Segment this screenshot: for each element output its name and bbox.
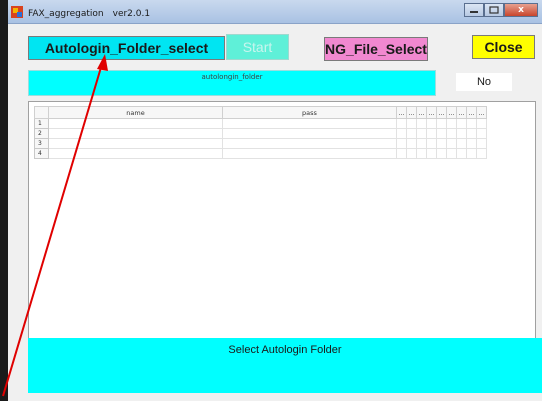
- table-cell[interactable]: [446, 118, 457, 129]
- table-cell[interactable]: [48, 148, 223, 159]
- table-corner-cell: [34, 106, 49, 119]
- data-table-panel: name pass ... ... ... ... ... ... ... ..…: [28, 101, 536, 360]
- client-area: Autologin_Folder_select Start NG_File_Se…: [8, 24, 542, 401]
- table-cell[interactable]: [396, 118, 407, 129]
- row-number-cell[interactable]: 1: [34, 118, 49, 129]
- ng-file-select-button[interactable]: NG_File_Select: [324, 37, 428, 61]
- table-cell[interactable]: [476, 118, 487, 129]
- data-table: name pass ... ... ... ... ... ... ... ..…: [34, 106, 487, 159]
- table-row[interactable]: 2: [34, 128, 487, 139]
- table-cell[interactable]: [406, 148, 417, 159]
- table-cell[interactable]: [416, 118, 427, 129]
- column-header[interactable]: ...: [396, 106, 407, 119]
- table-cell[interactable]: [476, 128, 487, 139]
- autologin-folder-display: autolongin_folder: [28, 70, 436, 96]
- screen: FAX_aggregation ver2.0.1 x Autologin_Fol…: [0, 0, 542, 401]
- table-cell[interactable]: [416, 128, 427, 139]
- column-header[interactable]: ...: [406, 106, 417, 119]
- table-header-row: name pass ... ... ... ... ... ... ... ..…: [34, 106, 487, 119]
- table-cell[interactable]: [436, 128, 447, 139]
- table-cell[interactable]: [416, 138, 427, 149]
- table-cell[interactable]: [426, 138, 437, 149]
- table-cell[interactable]: [466, 148, 477, 159]
- table-cell[interactable]: [396, 148, 407, 159]
- table-cell[interactable]: [222, 118, 397, 129]
- row-number-cell[interactable]: 3: [34, 138, 49, 149]
- table-row[interactable]: 1: [34, 118, 487, 129]
- table-cell[interactable]: [436, 148, 447, 159]
- table-cell[interactable]: [416, 148, 427, 159]
- table-cell[interactable]: [476, 138, 487, 149]
- table-cell[interactable]: [446, 128, 457, 139]
- table-cell[interactable]: [396, 138, 407, 149]
- row-number-cell[interactable]: 4: [34, 148, 49, 159]
- column-header[interactable]: ...: [436, 106, 447, 119]
- app-window: FAX_aggregation ver2.0.1 x Autologin_Fol…: [0, 0, 542, 401]
- table-cell[interactable]: [446, 148, 457, 159]
- table-cell[interactable]: [406, 118, 417, 129]
- start-button[interactable]: Start: [226, 34, 289, 60]
- table-cell[interactable]: [466, 118, 477, 129]
- row-number-cell[interactable]: 2: [34, 128, 49, 139]
- maximize-icon[interactable]: [484, 3, 504, 17]
- table-cell[interactable]: [48, 128, 223, 139]
- table-cell[interactable]: [456, 148, 467, 159]
- table-cell[interactable]: [222, 148, 397, 159]
- column-header[interactable]: ...: [466, 106, 477, 119]
- table-cell[interactable]: [466, 138, 477, 149]
- table-cell[interactable]: [426, 148, 437, 159]
- table-cell[interactable]: [48, 138, 223, 149]
- status-flag-field: No: [456, 73, 512, 91]
- table-cell[interactable]: [476, 148, 487, 159]
- close-button[interactable]: Close: [472, 35, 535, 59]
- column-header[interactable]: ...: [456, 106, 467, 119]
- close-icon[interactable]: x: [504, 3, 538, 17]
- table-cell[interactable]: [436, 138, 447, 149]
- folder-path-text: autolongin_folder: [201, 73, 263, 81]
- column-header[interactable]: ...: [476, 106, 487, 119]
- table-cell[interactable]: [446, 138, 457, 149]
- column-header[interactable]: ...: [426, 106, 437, 119]
- window-controls: x: [464, 3, 538, 17]
- status-message-box: Select Autologin Folder: [28, 338, 542, 393]
- table-cell[interactable]: [456, 138, 467, 149]
- table-cell[interactable]: [436, 118, 447, 129]
- table-cell[interactable]: [426, 118, 437, 129]
- window-title: FAX_aggregation ver2.0.1: [28, 9, 151, 19]
- table-cell[interactable]: [222, 128, 397, 139]
- table-cell[interactable]: [406, 138, 417, 149]
- status-message-text: Select Autologin Folder: [228, 344, 342, 356]
- table-cell[interactable]: [466, 128, 477, 139]
- table-cell[interactable]: [222, 138, 397, 149]
- column-header[interactable]: pass: [222, 106, 397, 119]
- table-row[interactable]: 4: [34, 148, 487, 159]
- table-cell[interactable]: [456, 118, 467, 129]
- table-cell[interactable]: [406, 128, 417, 139]
- window-bottom-edge: [8, 393, 542, 401]
- autologin-folder-select-button[interactable]: Autologin_Folder_select: [28, 36, 225, 60]
- column-header[interactable]: name: [48, 106, 223, 119]
- table-cell[interactable]: [426, 128, 437, 139]
- column-header[interactable]: ...: [446, 106, 457, 119]
- column-header[interactable]: ...: [416, 106, 427, 119]
- table-cell[interactable]: [48, 118, 223, 129]
- minimize-icon[interactable]: [464, 3, 484, 17]
- table-cell[interactable]: [396, 128, 407, 139]
- title-bar[interactable]: FAX_aggregation ver2.0.1 x: [8, 0, 542, 24]
- table-row[interactable]: 3: [34, 138, 487, 149]
- app-icon: [11, 6, 23, 18]
- table-cell[interactable]: [456, 128, 467, 139]
